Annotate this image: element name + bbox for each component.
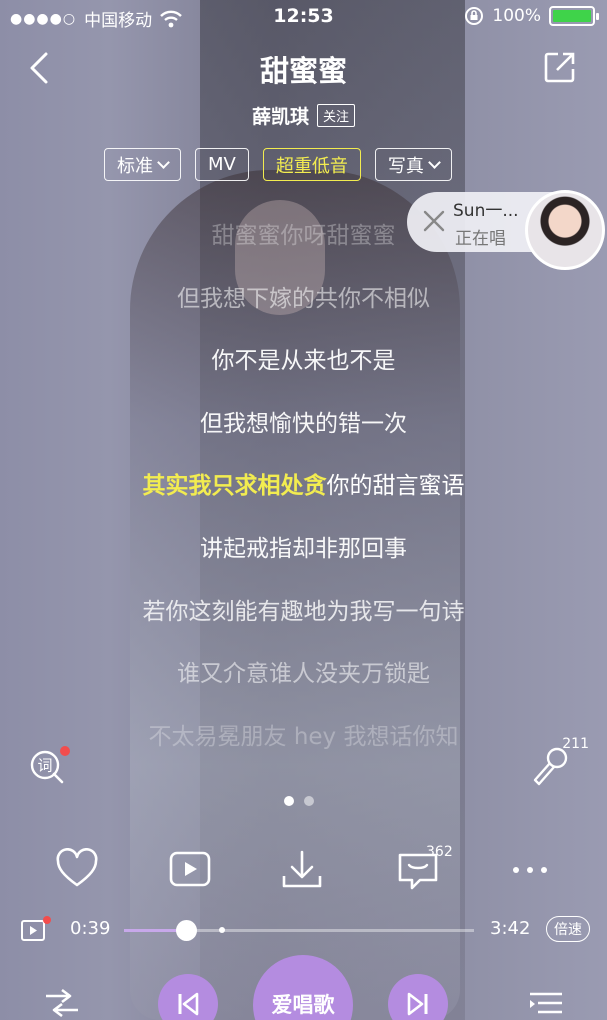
tab-label: 超重低音 <box>275 155 348 177</box>
lyric-text: 讲起戒指却非那回事 <box>200 536 407 562</box>
follow-button[interactable]: 关注 <box>317 104 356 127</box>
lyric-text: 但我想愉快的错一次 <box>200 410 407 437</box>
tab-label: 标准 <box>117 155 153 177</box>
notification-dot <box>43 916 51 924</box>
previous-icon <box>178 992 199 1016</box>
status-bar: ●●●●○ 中国移动 12:53 100% <box>0 0 607 34</box>
lyric-highlighted-text: 其实我只求相处贪 <box>142 473 327 500</box>
playback-controls: 爱唱歌 <box>0 955 607 1020</box>
battery-fill <box>553 10 591 22</box>
lyric-text: 你不是从来也不是 <box>211 348 396 375</box>
lyric-text: 甜蜜蜜你呀甜蜜蜜 <box>211 223 396 249</box>
download-icon[interactable] <box>280 848 324 892</box>
page-dot-active <box>284 796 294 806</box>
lyrics-icon-char: 词 <box>37 757 52 775</box>
total-time: 3:42 <box>490 918 531 939</box>
notification-dot <box>60 746 70 756</box>
tab-mv[interactable]: MV <box>195 148 249 181</box>
more-icon[interactable] <box>508 848 552 892</box>
tab-standard[interactable]: 标准 <box>104 148 181 181</box>
chevron-down-icon <box>157 155 170 169</box>
progress-knob[interactable] <box>175 920 197 941</box>
action-bar: 362 <box>0 844 607 894</box>
lyric-line: 若你这刻能有趣地为我写一句诗 <box>0 592 607 626</box>
lyric-line: 讲起戒指却非那回事 <box>0 529 607 563</box>
lyric-text: 但我想下嫁的共你不相似 <box>177 285 430 312</box>
next-icon <box>407 992 428 1016</box>
play-pause-button[interactable]: 爱唱歌 <box>253 955 353 1020</box>
battery-icon <box>549 6 599 26</box>
rotation-lock-icon <box>465 7 484 25</box>
buffer-marker <box>219 927 225 933</box>
singing-status: 正在唱 <box>455 229 506 249</box>
progress-slider[interactable] <box>124 920 474 941</box>
singer-name: Sun一... <box>453 201 519 221</box>
singer-avatar[interactable] <box>525 190 605 270</box>
song-title: 甜蜜蜜 <box>259 54 347 88</box>
tab-super-bass[interactable]: 超重低音 <box>262 148 361 181</box>
artist-row: 薛凯琪 关注 <box>0 102 607 129</box>
mini-video-icon[interactable] <box>20 918 46 942</box>
tab-photos[interactable]: 写真 <box>374 148 452 181</box>
current-time: 0:39 <box>70 918 111 939</box>
lyric-line: 谁又介意谁人没夹万锁匙 <box>0 654 607 688</box>
shuffle-icon[interactable] <box>44 988 80 1018</box>
tab-label: MV <box>208 154 236 175</box>
tab-label: 写真 <box>387 155 424 177</box>
mic-count: 211 <box>562 736 589 752</box>
close-icon[interactable] <box>415 202 453 240</box>
lyric-text: 若你这刻能有趣地为我写一句诗 <box>142 598 465 625</box>
chevron-down-icon <box>427 155 441 169</box>
next-button[interactable] <box>388 974 448 1020</box>
lyric-text: 不太易冕朋友 hey 我想话你知 <box>148 723 459 750</box>
lyric-line: 但我想愉快的错一次 <box>0 404 607 438</box>
lyric-line: 不太易冕朋友 hey 我想话你知 <box>0 717 607 751</box>
mode-tabs: 标准 MV 超重低音 写真 <box>104 148 452 181</box>
progress-row: 0:39 3:42 倍速 <box>0 914 607 946</box>
player-screen: ●●●●○ 中国移动 12:53 100% 甜蜜蜜 薛凯琪 关注 标准 MV 超… <box>0 0 607 1020</box>
lyric-line: 但我想下嫁的共你不相似 <box>0 279 607 313</box>
playlist-icon[interactable] <box>528 990 564 1020</box>
battery-percent: 100% <box>492 6 541 26</box>
heart-icon[interactable] <box>55 848 99 892</box>
sing-label: 爱唱歌 <box>271 993 335 1017</box>
lyric-text: 谁又介意谁人没夹万锁匙 <box>177 661 430 688</box>
page-indicator <box>284 796 314 806</box>
speed-button[interactable]: 倍速 <box>546 916 590 942</box>
artist-name[interactable]: 薛凯琪 <box>252 102 309 129</box>
page-dot <box>304 796 314 806</box>
lyric-text: 你的甜言蜜语 <box>326 473 465 500</box>
now-singing-card[interactable]: Sun一... 正在唱 <box>407 190 607 270</box>
lyric-line: 其实我只求相处贪你的甜言蜜语 <box>0 466 607 500</box>
previous-button[interactable] <box>158 974 218 1020</box>
comments-count: 362 <box>426 844 453 860</box>
lyric-line: 你不是从来也不是 <box>0 341 607 375</box>
share-icon[interactable] <box>543 50 577 84</box>
video-icon[interactable] <box>168 848 212 892</box>
